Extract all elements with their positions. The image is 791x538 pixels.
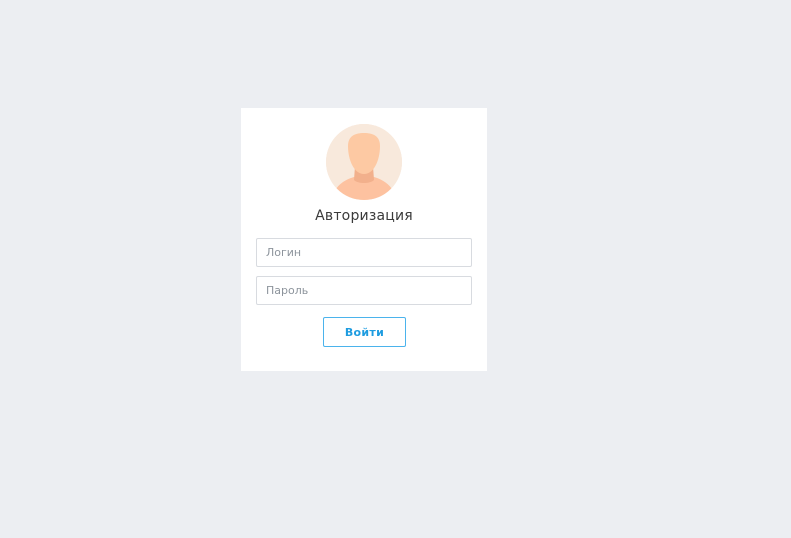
login-button[interactable]: Войти <box>323 317 406 347</box>
user-avatar-icon <box>326 124 402 200</box>
login-card: Авторизация Войти <box>241 108 487 371</box>
form-title: Авторизация <box>315 208 413 224</box>
login-input[interactable] <box>256 238 472 267</box>
password-input[interactable] <box>256 276 472 305</box>
